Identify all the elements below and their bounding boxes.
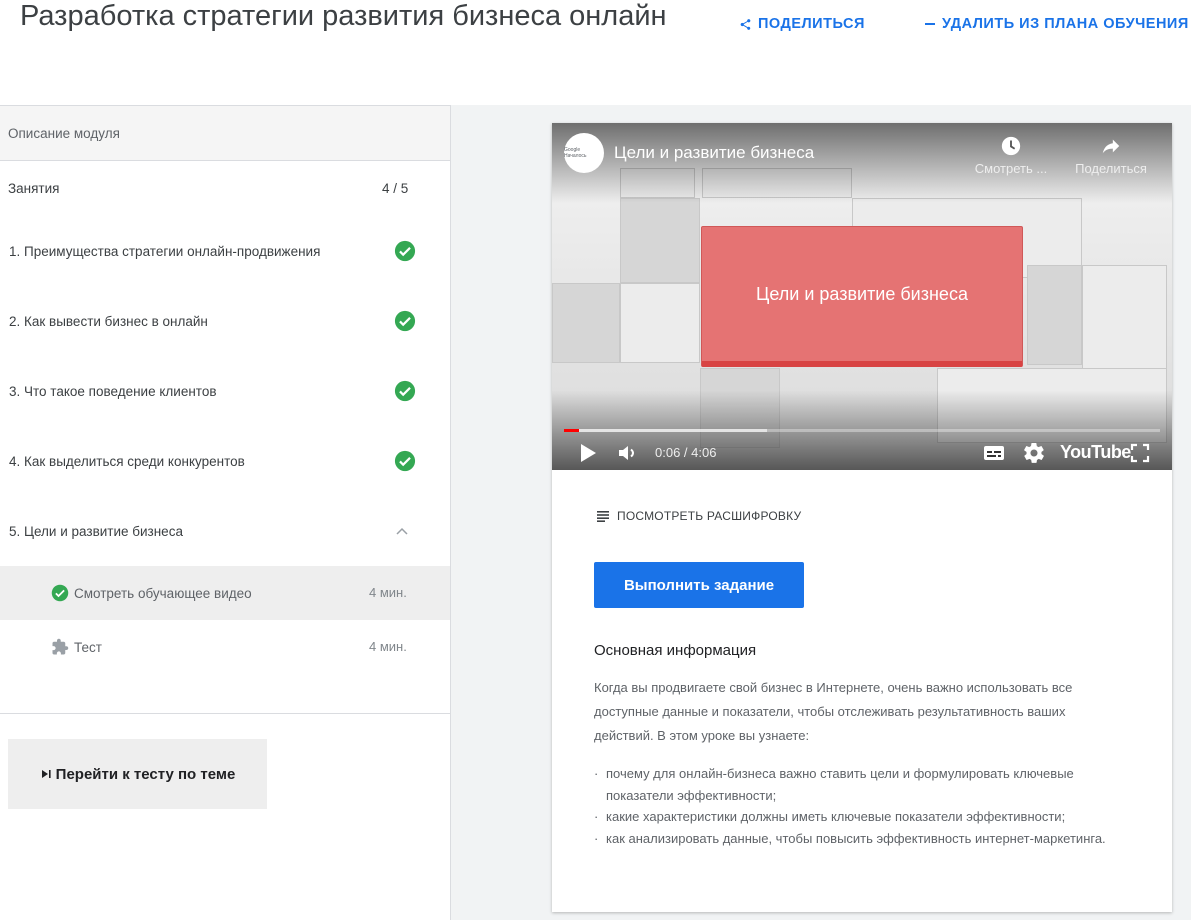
progress-buffered bbox=[564, 429, 767, 432]
wireframe-block bbox=[1027, 265, 1082, 365]
lesson-item-2[interactable]: 2. Как вывести бизнес в онлайн bbox=[0, 286, 450, 356]
info-bullet-list: почему для онлайн-бизнеса важно ставить … bbox=[594, 763, 1124, 849]
info-heading: Основная информация bbox=[594, 642, 757, 659]
video-share-label: Поделиться bbox=[1075, 161, 1147, 176]
minus-icon bbox=[925, 23, 935, 25]
lesson-label: 3. Что такое поведение клиентов bbox=[9, 383, 217, 399]
check-circle-icon bbox=[394, 240, 416, 262]
transcript-label: ПОСМОТРЕТЬ РАСШИФРОВКУ bbox=[617, 509, 802, 523]
lesson-item-4[interactable]: 4. Как выделиться среди конкурентов bbox=[0, 426, 450, 496]
check-circle-icon bbox=[394, 380, 416, 402]
youtube-logo[interactable]: YouTube bbox=[1060, 442, 1131, 463]
share-button[interactable]: ПОДЕЛИТЬСЯ bbox=[739, 16, 865, 32]
title-slide-text: Цели и развитие бизнеса bbox=[756, 283, 968, 304]
watch-later-button[interactable]: Смотреть ... bbox=[966, 135, 1056, 176]
remove-from-plan-button[interactable]: УДАЛИТЬ ИЗ ПЛАНА ОБУЧЕНИЯ bbox=[924, 16, 1191, 32]
module-description-label: Описание модуля bbox=[8, 125, 120, 141]
check-circle-icon bbox=[51, 584, 69, 602]
subitem-test[interactable]: Тест 4 мин. bbox=[0, 620, 450, 674]
video-player[interactable]: Google Началось Цели и развитие бизнеса … bbox=[552, 123, 1172, 470]
skip-next-icon bbox=[41, 770, 51, 778]
check-circle-icon bbox=[394, 450, 416, 472]
video-title[interactable]: Цели и развитие бизнеса bbox=[614, 143, 814, 163]
lessons-count: 4 / 5 bbox=[382, 181, 409, 196]
page-header: Разработка стратегии развития бизнеса он… bbox=[0, 0, 1191, 105]
sidebar-divider bbox=[0, 713, 450, 714]
lesson-label: 4. Как выделиться среди конкурентов bbox=[9, 453, 245, 469]
list-item: какие характеристики должны иметь ключев… bbox=[594, 806, 1124, 828]
lesson-item-5[interactable]: 5. Цели и развитие бизнеса bbox=[0, 496, 450, 566]
video-time: 0:06 / 4:06 bbox=[655, 445, 717, 460]
goto-test-button[interactable]: Перейти к тесту по теме bbox=[8, 739, 267, 809]
do-task-label: Выполнить задание bbox=[623, 576, 775, 594]
notes-icon bbox=[597, 511, 609, 522]
watch-later-label: Смотреть ... bbox=[974, 161, 1048, 176]
subitem-watch-video[interactable]: Смотреть обучающее видео 4 мин. bbox=[0, 566, 450, 620]
list-item: почему для онлайн-бизнеса важно ставить … bbox=[594, 763, 1124, 806]
wireframe-block bbox=[620, 283, 700, 363]
lesson-label: 5. Цели и развитие бизнеса bbox=[9, 523, 183, 539]
volume-icon[interactable] bbox=[616, 441, 640, 465]
module-description-link[interactable]: Описание модуля bbox=[0, 106, 450, 161]
progress-played bbox=[564, 429, 579, 432]
subitem-label: Смотреть обучающее видео bbox=[74, 585, 252, 601]
list-item: как анализировать данные, чтобы повысить… bbox=[594, 828, 1124, 850]
subitem-duration: 4 мин. bbox=[369, 639, 407, 654]
module-sidebar: Описание модуля Занятия 4 / 5 1. Преимущ… bbox=[0, 105, 451, 920]
channel-avatar[interactable]: Google Началось bbox=[564, 133, 604, 173]
chevron-up-icon[interactable] bbox=[395, 525, 409, 537]
subtitles-icon[interactable] bbox=[982, 441, 1006, 465]
lesson-item-1[interactable]: 1. Преимущества стратегии онлайн-продвиж… bbox=[0, 216, 450, 286]
clock-icon bbox=[1001, 136, 1021, 156]
content-card: Google Началось Цели и развитие бизнеса … bbox=[552, 123, 1172, 912]
settings-gear-icon[interactable] bbox=[1022, 441, 1046, 465]
do-task-button[interactable]: Выполнить задание bbox=[594, 562, 804, 608]
check-circle-icon bbox=[394, 310, 416, 332]
lesson-label: 1. Преимущества стратегии онлайн-продвиж… bbox=[9, 243, 321, 259]
goto-test-label: Перейти к тесту по теме bbox=[55, 765, 236, 783]
lessons-label: Занятия bbox=[8, 181, 60, 196]
lesson-label: 2. Как вывести бизнес в онлайн bbox=[9, 313, 208, 329]
subitem-label: Тест bbox=[74, 639, 102, 655]
fullscreen-icon[interactable] bbox=[1128, 441, 1152, 465]
wireframe-block bbox=[552, 283, 620, 363]
wireframe-block bbox=[1082, 265, 1167, 370]
lesson-item-3[interactable]: 3. Что такое поведение клиентов bbox=[0, 356, 450, 426]
title-slide-card: Цели и развитие бизнеса bbox=[701, 226, 1023, 367]
share-icon bbox=[740, 18, 751, 30]
channel-logo-text: Google Началось bbox=[564, 147, 587, 159]
progress-bar[interactable] bbox=[564, 429, 1160, 432]
wireframe-block bbox=[620, 198, 700, 283]
video-share-button[interactable]: Поделиться bbox=[1066, 135, 1156, 176]
share-arrow-icon bbox=[1102, 139, 1120, 154]
puzzle-icon bbox=[52, 638, 69, 655]
play-icon[interactable] bbox=[578, 441, 598, 465]
info-paragraph: Когда вы продвигаете свой бизнес в Интер… bbox=[594, 680, 1073, 743]
share-label: ПОДЕЛИТЬСЯ bbox=[758, 16, 865, 32]
view-transcript-link[interactable]: ПОСМОТРЕТЬ РАСШИФРОВКУ bbox=[596, 509, 801, 523]
remove-label: УДАЛИТЬ ИЗ ПЛАНА ОБУЧЕНИЯ bbox=[942, 16, 1189, 32]
subitem-duration: 4 мин. bbox=[369, 585, 407, 600]
page-title: Разработка стратегии развития бизнеса он… bbox=[20, 0, 667, 32]
